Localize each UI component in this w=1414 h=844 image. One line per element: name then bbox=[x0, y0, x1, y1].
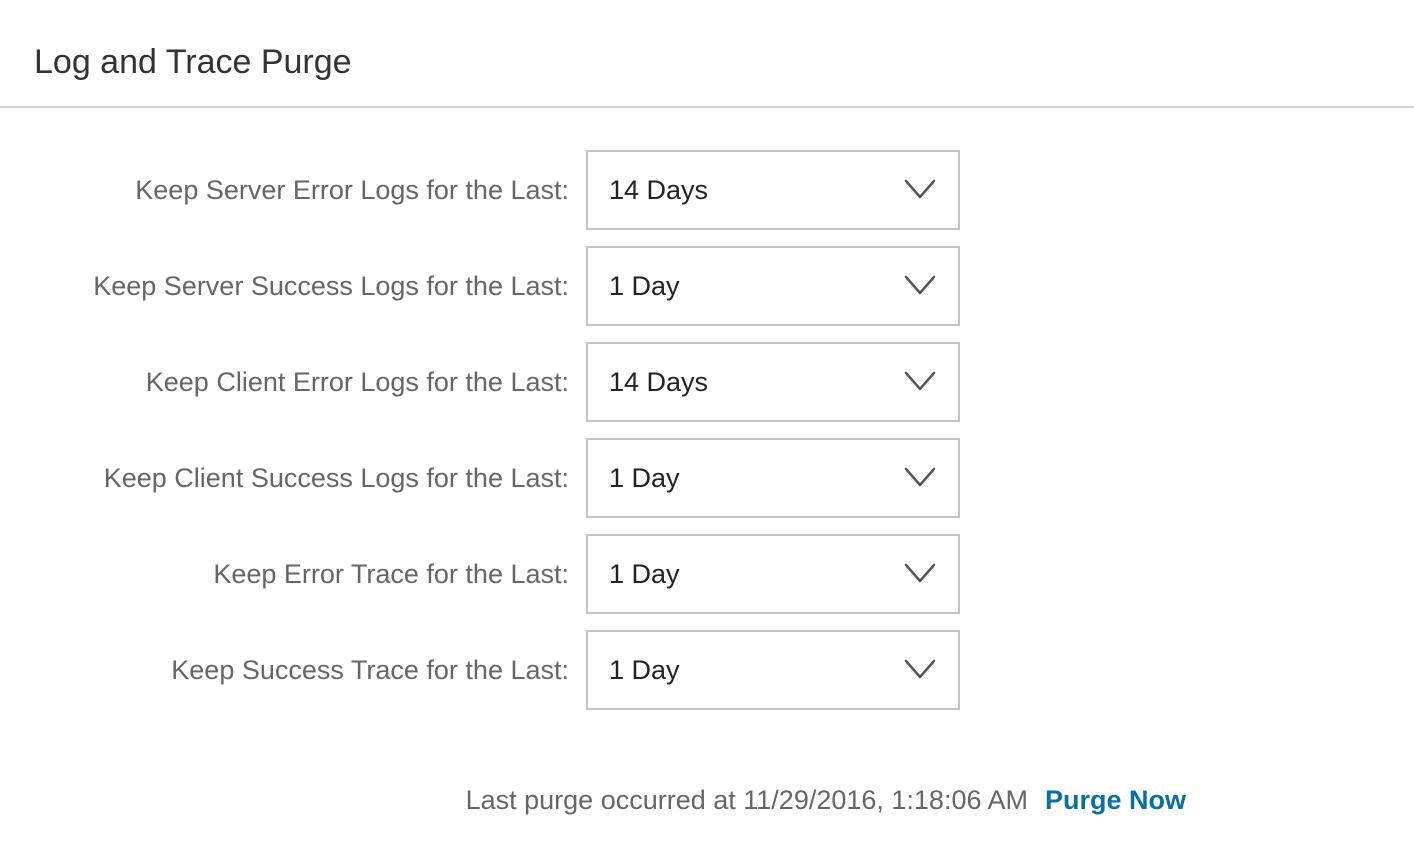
setting-label: Keep Error Trace for the Last: bbox=[213, 559, 569, 589]
purge-now-link[interactable]: Purge Now bbox=[1045, 778, 1186, 822]
setting-row-server-error-logs: Keep Server Error Logs for the Last: 14 … bbox=[0, 150, 1414, 230]
setting-label: Keep Client Success Logs for the Last: bbox=[103, 463, 569, 493]
select-value: 14 Days bbox=[609, 367, 709, 397]
chevron-down-icon bbox=[904, 275, 936, 295]
error-trace-select[interactable]: 1 Day bbox=[586, 534, 960, 614]
select-value: 14 Days bbox=[609, 175, 709, 205]
page-title: Log and Trace Purge bbox=[34, 43, 352, 81]
setting-row-client-error-logs: Keep Client Error Logs for the Last: 14 … bbox=[0, 342, 1414, 422]
setting-label: Keep Success Trace for the Last: bbox=[171, 655, 569, 685]
select-value: 1 Day bbox=[609, 655, 680, 685]
setting-row-error-trace: Keep Error Trace for the Last: 1 Day bbox=[0, 534, 1414, 614]
page-header: Log and Trace Purge bbox=[0, 0, 1414, 108]
setting-label: Keep Server Error Logs for the Last: bbox=[135, 175, 569, 205]
purge-footer: Last purge occurred at 11/29/2016, 1:18:… bbox=[0, 778, 1414, 822]
last-purge-status: Last purge occurred at 11/29/2016, 1:18:… bbox=[465, 785, 1028, 815]
setting-row-client-success-logs: Keep Client Success Logs for the Last: 1… bbox=[0, 438, 1414, 518]
chevron-down-icon bbox=[904, 371, 936, 391]
chevron-down-icon bbox=[904, 659, 936, 679]
select-value: 1 Day bbox=[609, 271, 680, 301]
chevron-down-icon bbox=[904, 563, 936, 583]
select-value: 1 Day bbox=[609, 559, 680, 589]
chevron-down-icon bbox=[904, 179, 936, 199]
setting-row-success-trace: Keep Success Trace for the Last: 1 Day bbox=[0, 630, 1414, 710]
server-error-logs-select[interactable]: 14 Days bbox=[586, 150, 960, 230]
server-success-logs-select[interactable]: 1 Day bbox=[586, 246, 960, 326]
setting-row-server-success-logs: Keep Server Success Logs for the Last: 1… bbox=[0, 246, 1414, 326]
setting-label: Keep Server Success Logs for the Last: bbox=[93, 271, 569, 301]
setting-label: Keep Client Error Logs for the Last: bbox=[145, 367, 569, 397]
client-success-logs-select[interactable]: 1 Day bbox=[586, 438, 960, 518]
chevron-down-icon bbox=[904, 467, 936, 487]
success-trace-select[interactable]: 1 Day bbox=[586, 630, 960, 710]
select-value: 1 Day bbox=[609, 463, 680, 493]
client-error-logs-select[interactable]: 14 Days bbox=[586, 342, 960, 422]
